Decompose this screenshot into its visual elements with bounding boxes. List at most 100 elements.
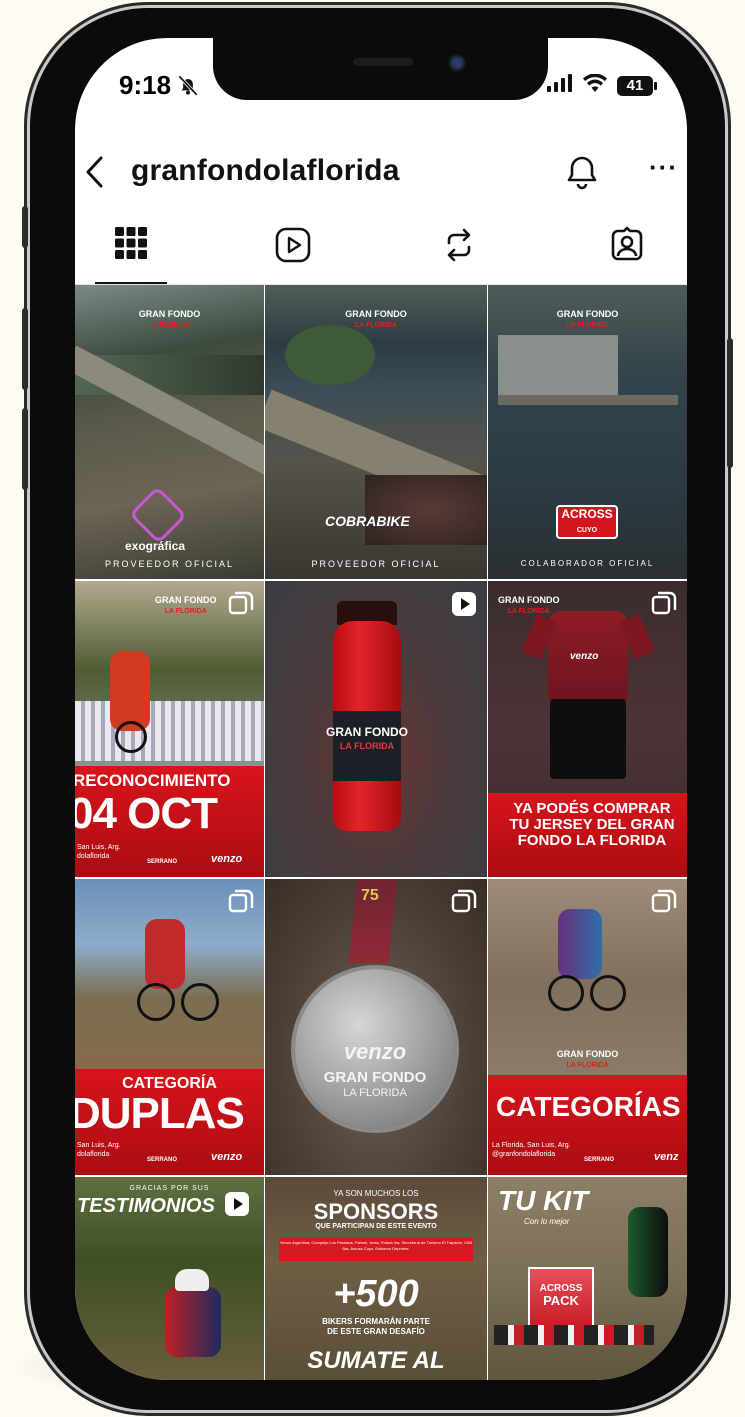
- bottle-label: GRAN FONDO: [326, 725, 408, 739]
- posts-grid: GRAN FONDO LA FLORIDA exográfica PROVEEDO…: [75, 285, 687, 1380]
- screen: 9:18 41 granfondolaflorida ··· GRAN FOND…: [75, 38, 687, 1380]
- medal-subtitle: LA FLORIDA: [343, 1087, 407, 1099]
- tab-posts-grid[interactable]: [83, 216, 179, 284]
- post-tile[interactable]: CATEGORÍA DUPLAS San Luis, Arg. dolaflori…: [75, 879, 264, 1175]
- sponsor-name: venzo: [211, 853, 243, 865]
- gran-fondo-logo: GRAN FONDO: [556, 1049, 619, 1059]
- post-tile[interactable]: GRAN FONDO LA FLORIDA COBRABIKE PROVEEDOR…: [265, 285, 487, 579]
- logo-subtitle: LA FLORIDA: [148, 322, 191, 329]
- gran-fondo-logo: GRAN FONDO: [138, 309, 201, 319]
- sponsor-name: venzo: [211, 1151, 243, 1163]
- reel-icon: [452, 592, 476, 616]
- back-arrow-icon[interactable]: [83, 154, 107, 195]
- tab-tagged[interactable]: [579, 216, 675, 284]
- medal-title: GRAN FONDO: [323, 1069, 427, 1086]
- post-location: San Luis, Arg. dolaflorida: [77, 1142, 121, 1158]
- bib-shorts: [550, 699, 626, 779]
- post-subheadline: Con lo mejor: [524, 1217, 570, 1226]
- volume-down-button: [22, 408, 28, 490]
- brand-sub: CUYO: [576, 527, 598, 534]
- post-headline: YA PODÉS COMPRAR TU JERSEY DEL GRAN FONDO …: [509, 800, 675, 849]
- wifi-icon: [583, 73, 607, 97]
- post-tile[interactable]: 75 venzo GRAN FONDO LA FLORIDA: [265, 879, 487, 1175]
- post-tile[interactable]: YA SON MUCHOS LOS SPONSORS QUE PARTICIPA…: [265, 1177, 487, 1380]
- gran-fondo-logo: GRAN FONDO: [498, 595, 560, 605]
- jersey-brand: venzo: [570, 651, 599, 662]
- reel-icon: [225, 1192, 249, 1216]
- post-location: La Florida, San Luis, Arg. @granfondolafl…: [492, 1142, 571, 1158]
- post-caption: PROVEEDOR OFICIAL: [311, 559, 441, 569]
- speaker: [353, 58, 413, 66]
- logo-subtitle: LA FLORIDA: [507, 608, 550, 615]
- post-date: 04 OCT: [75, 789, 218, 838]
- tagged-icon: [608, 226, 646, 269]
- silent-bell-icon: [175, 72, 201, 103]
- across-logo: ACROSS CUYO: [556, 505, 618, 539]
- profile-header: granfondolaflorida ···: [75, 148, 687, 198]
- post-tile[interactable]: GRAN FONDO LA FLORIDA RECONOCIMIENTO 04 O…: [75, 581, 264, 877]
- brand-name: COBRABIKE: [325, 513, 410, 529]
- notifications-bell-icon[interactable]: [565, 154, 599, 195]
- post-tile[interactable]: GRAN FONDO LA FLORIDA CATEGORÍAS La Flori…: [488, 879, 687, 1175]
- signal-icon: [547, 74, 573, 97]
- brand-name: exográfica: [125, 539, 186, 553]
- tab-reels[interactable]: [245, 216, 341, 284]
- logo-subtitle: LA FLORIDA: [354, 322, 398, 329]
- ribbon-number: 75: [361, 887, 379, 904]
- post-headline: TESTIMONIOS: [77, 1195, 215, 1217]
- exografica-logo-icon: [129, 486, 187, 544]
- post-tile[interactable]: GRACIAS POR SUS TESTIMONIOS: [75, 1177, 264, 1380]
- status-right: 41: [547, 73, 657, 97]
- more-options-icon[interactable]: ···: [649, 152, 678, 183]
- post-location: San Luis, Arg. dolaflorida: [77, 844, 121, 860]
- post-cta: SUMATE AL: [307, 1347, 445, 1374]
- post-caption: COLABORADOR OFICIAL: [520, 559, 655, 568]
- gran-fondo-logo: GRAN FONDO: [345, 309, 407, 319]
- carousel-icon: [228, 889, 254, 913]
- battery-indicator: 41: [617, 75, 657, 96]
- post-tile[interactable]: GRAN FONDO LA FLORIDA: [265, 581, 487, 877]
- status-time: 9:18: [119, 70, 172, 100]
- bottle-label-sub: LA FLORIDA: [339, 741, 395, 751]
- post-title: DUPLAS: [75, 1089, 245, 1138]
- post-kicker: YA SON MUCHOS LOS: [333, 1189, 419, 1198]
- logo-subtitle: LA FLORIDA: [164, 608, 207, 615]
- post-headline: RECONOCIMIENTO: [75, 771, 231, 790]
- post-tile[interactable]: GRAN FONDO LA FLORIDA ACROSS CUYO COLABORA…: [488, 285, 687, 579]
- post-tile[interactable]: TU KIT Con lo mejor ACROSS PACK: [488, 1177, 687, 1380]
- carousel-icon: [651, 591, 677, 615]
- logo-subtitle: LA FLORIDA: [566, 1062, 609, 1069]
- kit-pack: ACROSS PACK: [528, 1267, 594, 1329]
- silent-switch: [22, 206, 28, 248]
- post-headline: TU KIT: [498, 1185, 589, 1216]
- sponsor-list: Venzo Argentina, Complejo Los Paraísos, …: [279, 1237, 473, 1261]
- tab-reposts[interactable]: [411, 216, 507, 284]
- reposts-icon: [441, 226, 477, 269]
- brand-name: ACROSS: [561, 507, 613, 521]
- volume-up-button: [22, 308, 28, 390]
- gran-fondo-logo: GRAN FONDO: [155, 595, 217, 605]
- post-tile[interactable]: GRAN FONDO LA FLORIDA exográfica PROVEEDO…: [75, 285, 264, 579]
- profile-username: granfondolaflorida: [131, 154, 400, 187]
- sponsor-name: SERRANO: [147, 1157, 178, 1163]
- post-headline: SPONSORS: [313, 1199, 439, 1224]
- post-caption: PROVEEDOR OFICIAL: [104, 559, 235, 569]
- post-tile[interactable]: GRAN FONDO LA FLORIDA venzo YA PODÉS COMP…: [488, 581, 687, 877]
- sponsor-name: SERRANO: [584, 1157, 615, 1163]
- gran-fondo-logo: GRAN FONDO: [556, 309, 619, 319]
- reels-icon: [274, 226, 312, 269]
- medal-brand: venzo: [343, 1039, 407, 1064]
- power-button: [727, 338, 733, 468]
- post-headline: CATEGORÍAS: [496, 1091, 681, 1122]
- sponsor-name: venz: [654, 1151, 679, 1163]
- notch: [213, 38, 548, 100]
- sponsor-name: SERRANO: [147, 859, 178, 865]
- carousel-icon: [228, 591, 254, 615]
- carousel-icon: [451, 889, 477, 913]
- profile-tabs: [75, 216, 687, 285]
- carousel-icon: [651, 889, 677, 913]
- grid-icon: [114, 226, 148, 265]
- post-stat: +500: [333, 1273, 419, 1315]
- camera: [448, 54, 466, 72]
- logo-subtitle: LA FLORIDA: [566, 322, 609, 329]
